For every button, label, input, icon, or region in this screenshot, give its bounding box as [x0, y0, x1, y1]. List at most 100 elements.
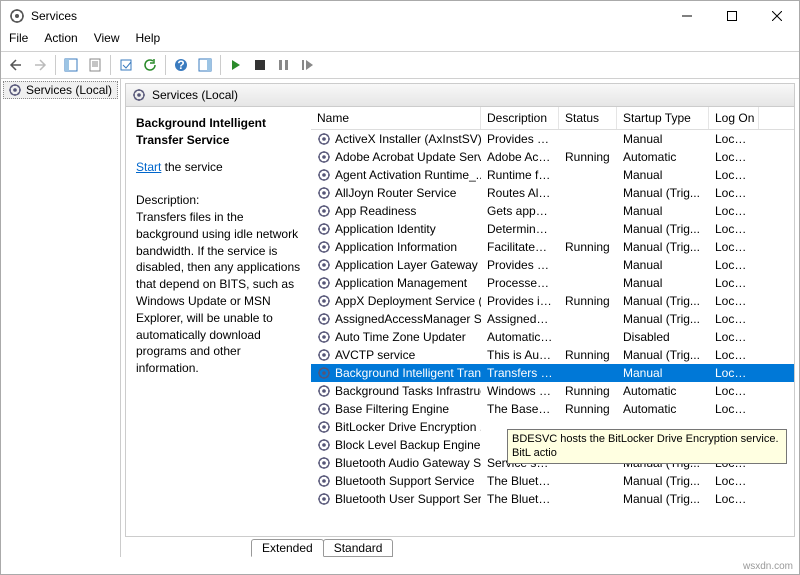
service-row[interactable]: Application ManagementProcesses in...Man… — [311, 274, 794, 292]
service-desc: Runtime for... — [481, 168, 559, 182]
gear-icon — [317, 132, 331, 146]
service-row[interactable]: Application Layer Gateway ...Provides su… — [311, 256, 794, 274]
service-desc: Provides su... — [481, 258, 559, 272]
export-button[interactable] — [115, 54, 137, 76]
gear-icon — [8, 83, 22, 97]
col-status[interactable]: Status — [559, 107, 617, 129]
restart-service-button[interactable] — [297, 54, 319, 76]
refresh-button[interactable] — [139, 54, 161, 76]
service-row[interactable]: Bluetooth Support ServiceThe Bluetoo...M… — [311, 472, 794, 490]
service-startup: Manual — [617, 366, 709, 380]
service-row[interactable]: Auto Time Zone UpdaterAutomatica...Disab… — [311, 328, 794, 346]
menu-bar: File Action View Help — [1, 31, 799, 51]
service-logon: Local Sy — [709, 150, 759, 164]
show-hide-tree-button[interactable] — [60, 54, 82, 76]
gear-icon — [317, 438, 331, 452]
close-button[interactable] — [754, 1, 799, 31]
service-desc: Facilitates t... — [481, 240, 559, 254]
service-row[interactable]: App ReadinessGets apps re...ManualLocal … — [311, 202, 794, 220]
col-logon[interactable]: Log On — [709, 107, 759, 129]
service-logon: Local Se — [709, 186, 759, 200]
forward-button[interactable] — [29, 54, 51, 76]
watermark: wsxdn.com — [743, 561, 793, 572]
service-row[interactable]: AppX Deployment Service (...Provides inf… — [311, 292, 794, 310]
tree-pane: Services (Local) — [1, 79, 121, 557]
menu-file[interactable]: File — [9, 31, 28, 51]
service-desc: AssignedAc... — [481, 312, 559, 326]
tab-standard[interactable]: Standard — [323, 539, 394, 557]
start-service-link-row: Start the service — [136, 159, 301, 176]
help-button[interactable]: ? — [170, 54, 192, 76]
col-name[interactable]: Name — [311, 107, 481, 129]
service-logon: Local Se — [709, 474, 759, 488]
gear-icon — [317, 420, 331, 434]
view-tabs: Extended Standard — [121, 537, 799, 557]
service-row[interactable]: Application IdentityDetermines ...Manual… — [311, 220, 794, 238]
gear-icon — [317, 150, 331, 164]
service-startup: Manual (Trig... — [617, 474, 709, 488]
gear-icon — [317, 240, 331, 254]
service-row[interactable]: AssignedAccessManager Se...AssignedAc...… — [311, 310, 794, 328]
service-name: Block Level Backup Engine ... — [335, 438, 481, 452]
service-logon: Local Se — [709, 222, 759, 236]
service-name: ActiveX Installer (AxInstSV) — [335, 132, 481, 146]
col-description[interactable]: Description — [481, 107, 559, 129]
service-name: Background Tasks Infrastruc... — [335, 384, 481, 398]
service-row[interactable]: AVCTP serviceThis is Audi...RunningManua… — [311, 346, 794, 364]
service-status: Running — [559, 384, 617, 398]
service-row[interactable]: Application InformationFacilitates t...R… — [311, 238, 794, 256]
service-row[interactable]: Background Tasks Infrastruc...Windows in… — [311, 382, 794, 400]
service-name: Application Identity — [335, 222, 436, 236]
service-logon: Local Sy — [709, 132, 759, 146]
show-hide-action-button[interactable] — [194, 54, 216, 76]
service-row[interactable]: Agent Activation Runtime_...Runtime for.… — [311, 166, 794, 184]
service-logon: Local Se — [709, 330, 759, 344]
menu-action[interactable]: Action — [44, 31, 77, 51]
service-name: Application Management — [335, 276, 467, 290]
service-startup: Automatic — [617, 150, 709, 164]
maximize-button[interactable] — [709, 1, 754, 31]
service-logon: Local Sy — [709, 168, 759, 182]
gear-icon — [317, 366, 331, 380]
menu-view[interactable]: View — [94, 31, 120, 51]
start-service-link[interactable]: Start — [136, 160, 161, 174]
back-button[interactable] — [5, 54, 27, 76]
service-startup: Manual — [617, 132, 709, 146]
list-header: Services (Local) — [125, 83, 795, 107]
service-desc: The Bluetoo... — [481, 492, 559, 506]
properties-button[interactable] — [84, 54, 106, 76]
col-startup[interactable]: Startup Type — [617, 107, 709, 129]
service-row[interactable]: Adobe Acrobat Update Serv...Adobe Acro..… — [311, 148, 794, 166]
service-logon: Local Sy — [709, 492, 759, 506]
service-desc: The Bluetoo... — [481, 474, 559, 488]
service-startup: Manual — [617, 276, 709, 290]
gear-icon — [317, 204, 331, 218]
service-name: Application Information — [335, 240, 457, 254]
service-desc: Routes AllJo... — [481, 186, 559, 200]
service-desc: Gets apps re... — [481, 204, 559, 218]
service-desc: Transfers fil... — [481, 366, 559, 380]
tree-root[interactable]: Services (Local) — [3, 81, 118, 99]
stop-service-button[interactable] — [249, 54, 271, 76]
tooltip: BDESVC hosts the BitLocker Drive Encrypt… — [507, 429, 787, 464]
service-row[interactable]: Background Intelligent Tran...Transfers … — [311, 364, 794, 382]
service-name: App Readiness — [335, 204, 416, 218]
service-row[interactable]: ActiveX Installer (AxInstSV)Provides Us.… — [311, 130, 794, 148]
minimize-button[interactable] — [664, 1, 709, 31]
column-headers: Name Description Status Startup Type Log… — [311, 107, 794, 130]
service-row[interactable]: Bluetooth User Support Ser...The Bluetoo… — [311, 490, 794, 508]
tab-extended[interactable]: Extended — [251, 539, 324, 557]
service-name: Adobe Acrobat Update Serv... — [335, 150, 481, 164]
start-service-button[interactable] — [225, 54, 247, 76]
toolbar: ? — [1, 51, 799, 79]
service-desc: Provides inf... — [481, 294, 559, 308]
service-row[interactable]: Base Filtering EngineThe Base Fil...Runn… — [311, 400, 794, 418]
service-desc: Provides Us... — [481, 132, 559, 146]
gear-icon — [317, 276, 331, 290]
pause-service-button[interactable] — [273, 54, 295, 76]
service-logon: Local Sy — [709, 366, 759, 380]
menu-help[interactable]: Help — [136, 31, 161, 51]
service-row[interactable]: AllJoyn Router ServiceRoutes AllJo...Man… — [311, 184, 794, 202]
gear-icon — [317, 222, 331, 236]
service-startup: Automatic — [617, 384, 709, 398]
